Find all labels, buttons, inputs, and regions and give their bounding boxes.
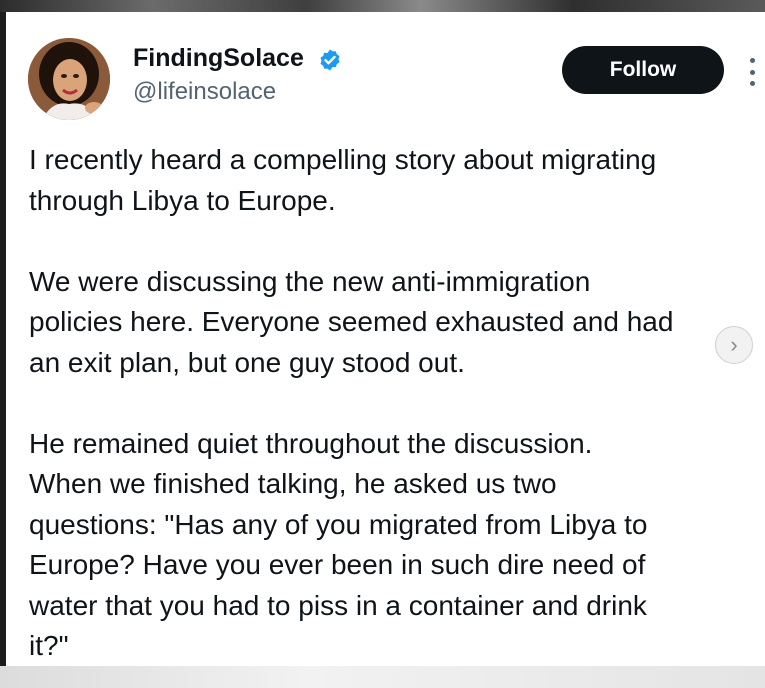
verified-badge-icon — [320, 49, 340, 71]
screenshot-frame: FindingSolace @lifeinsolace Follow I rec… — [0, 0, 765, 688]
tweet-text-line: through Libya to Europe. — [29, 184, 336, 216]
tweet-text-line: an exit plan, but one guy stood out. — [29, 346, 465, 378]
tweet-text-line: water that you had to piss in a containe… — [29, 589, 647, 621]
tweet-text-line: I recently heard a compelling story abou… — [29, 144, 657, 175]
more-options-icon[interactable] — [744, 52, 760, 92]
avatar[interactable] — [28, 38, 110, 120]
tweet-text: I recently heard a compelling story abou… — [29, 140, 765, 666]
more-dot — [749, 69, 755, 75]
tweet-text-line: Europe? Have you ever been in such dire … — [29, 549, 646, 580]
tweet-text-line: We were discussing the new anti-immigrat… — [29, 265, 591, 297]
next-slide-button[interactable]: › — [715, 326, 753, 364]
more-dot — [749, 81, 755, 86]
background-strip-bottom — [0, 666, 765, 688]
more-dot — [749, 58, 755, 63]
follow-button[interactable]: Follow — [562, 46, 724, 94]
tweet-text-line: He remained quiet throughout the discuss… — [29, 427, 593, 459]
display-name[interactable]: FindingSolace — [133, 44, 304, 73]
tweet-text-line: it?" — [29, 630, 69, 661]
tweet-text-line: When we finished talking, he asked us tw… — [29, 468, 557, 499]
avatar-portrait — [28, 38, 110, 120]
tweet-card: FindingSolace @lifeinsolace Follow I rec… — [6, 12, 765, 666]
tweet-text-line: questions: "Has any of you migrated from… — [29, 508, 648, 540]
background-strip-top — [0, 0, 765, 12]
chevron-right-icon: › — [730, 332, 738, 357]
tweet-text-line: policies here. Everyone seemed exhausted… — [29, 306, 674, 337]
user-handle[interactable]: @lifeinsolace — [133, 78, 276, 106]
